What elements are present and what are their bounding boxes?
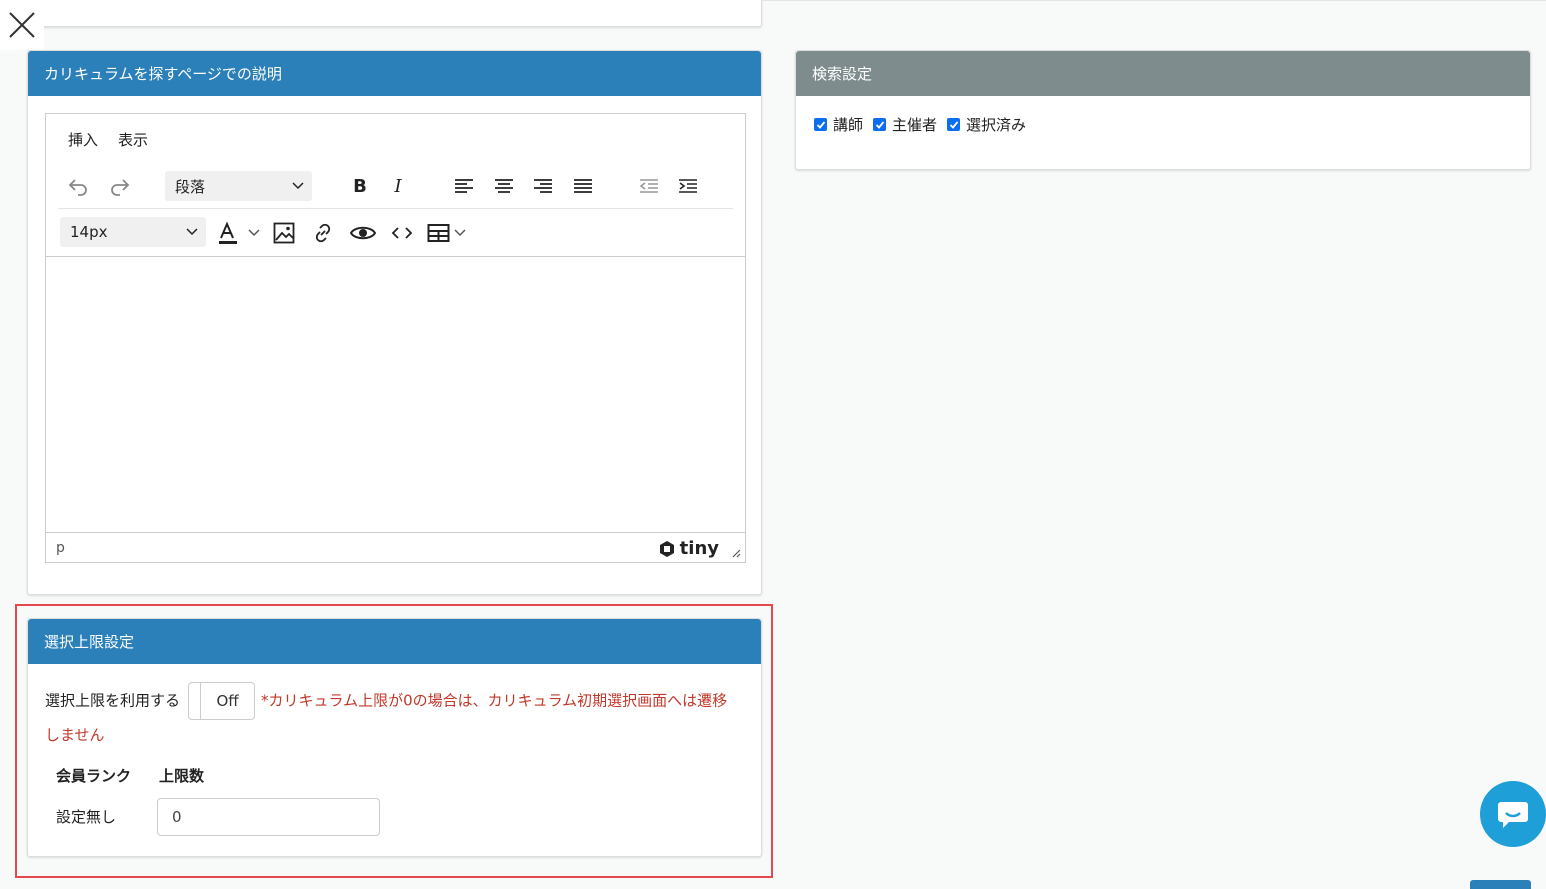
limit-settings-title: 選択上限設定 [28, 619, 761, 664]
outdent-button[interactable] [635, 170, 663, 202]
use-limit-row: 選択上限を利用する Off *カリキュラム上限が0の場合は、カリキュラム初期選択画面… [45, 682, 741, 750]
align-right-button[interactable] [529, 170, 557, 202]
checkbox-checked-icon[interactable] [873, 118, 887, 131]
limit-input-value: 0 [172, 808, 182, 826]
limit-input[interactable]: 0 [157, 798, 380, 836]
chevron-down-icon [292, 182, 304, 190]
insert-link-button[interactable] [309, 217, 337, 249]
block-format-select[interactable]: 段落 [165, 171, 312, 201]
tiny-logo[interactable]: tiny [658, 538, 719, 559]
menu-insert[interactable]: 挿入 [68, 129, 98, 150]
column-header-rank: 会員ランク [56, 767, 132, 785]
editor-toolbar-secondary: 14px [58, 208, 733, 256]
bold-icon: B [353, 175, 367, 197]
redo-button[interactable] [106, 170, 134, 202]
chat-bubble-icon [1498, 802, 1528, 828]
align-center-button[interactable] [490, 170, 518, 202]
toggle-knob [189, 683, 202, 719]
bold-button[interactable]: B [346, 170, 374, 202]
description-panel: カリキュラムを探すページでの説明 挿入 表示 段落 B I 14px p tin… [27, 50, 762, 595]
description-panel-title: カリキュラムを探すページでの説明 [28, 51, 761, 96]
menu-view[interactable]: 表示 [118, 129, 148, 150]
align-center-icon [495, 179, 513, 193]
search-settings-title: 検索設定 [796, 51, 1530, 96]
font-size-select[interactable]: 14px [60, 217, 206, 247]
editor-content-area[interactable] [46, 256, 745, 533]
element-path[interactable]: p [56, 540, 65, 556]
italic-icon: I [394, 175, 402, 197]
tiny-logo-icon [659, 540, 674, 557]
align-justify-button[interactable] [569, 170, 597, 202]
chat-widget-button[interactable] [1480, 781, 1546, 847]
editor-toolbar-primary: 段落 B I [46, 164, 745, 208]
editor-statusbar: p tiny [46, 532, 745, 562]
table-icon [427, 224, 466, 242]
align-left-icon [455, 179, 473, 193]
previous-panel [27, 0, 762, 27]
italic-button[interactable]: I [384, 170, 412, 202]
checkbox-selected[interactable]: 選択済み [947, 114, 1026, 135]
rich-text-editor: 挿入 表示 段落 B I 14px p tiny [45, 113, 746, 563]
rank-cell: 設定無し [56, 808, 117, 826]
insert-image-button[interactable] [270, 217, 298, 249]
search-options: 講師 主催者 選択済み [796, 96, 1530, 153]
checkbox-checked-icon[interactable] [814, 118, 827, 131]
divider [762, 0, 1546, 1]
link-icon [315, 223, 331, 243]
close-button[interactable] [0, 0, 44, 50]
align-justify-icon [574, 179, 592, 193]
checkbox-label: 選択済み [966, 116, 1027, 134]
checkbox-instructor[interactable]: 講師 [814, 114, 863, 135]
search-settings-panel: 検索設定 講師 主催者 選択済み [795, 50, 1531, 170]
block-format-value: 段落 [175, 177, 206, 196]
chevron-down-icon [186, 228, 198, 236]
image-icon [273, 222, 295, 244]
eye-icon [350, 226, 376, 240]
outdent-icon [639, 179, 658, 193]
preview-button[interactable] [348, 217, 378, 249]
code-icon [391, 227, 413, 239]
indent-icon [679, 179, 697, 193]
use-limit-label: 選択上限を利用する [45, 691, 181, 710]
checkbox-checked-icon[interactable] [947, 118, 961, 131]
bottom-action-button[interactable] [1470, 880, 1531, 889]
align-right-icon [534, 179, 552, 193]
close-icon [9, 12, 35, 38]
source-code-button[interactable] [388, 217, 416, 249]
text-color-icon [219, 221, 260, 244]
align-left-button[interactable] [450, 170, 478, 202]
toggle-label: Off [216, 692, 239, 710]
undo-icon [68, 179, 87, 196]
redo-icon [111, 179, 130, 196]
checkbox-label: 講師 [833, 116, 864, 134]
use-limit-toggle[interactable]: Off [188, 682, 256, 720]
tiny-brand-text: tiny [679, 538, 719, 559]
column-header-limit: 上限数 [159, 767, 205, 785]
indent-button[interactable] [674, 170, 702, 202]
limit-settings-panel: 選択上限設定 選択上限を利用する Off *カリキュラム上限が0の場合は、カリキュラ… [27, 618, 762, 857]
checkbox-label: 主催者 [892, 116, 938, 134]
undo-button[interactable] [64, 170, 92, 202]
checkbox-organizer[interactable]: 主催者 [873, 114, 937, 135]
resize-handle-icon[interactable] [731, 548, 741, 558]
font-size-value: 14px [70, 223, 108, 241]
editor-menubar: 挿入 表示 [46, 114, 745, 164]
table-button[interactable] [426, 217, 472, 249]
text-color-button[interactable] [216, 217, 264, 249]
